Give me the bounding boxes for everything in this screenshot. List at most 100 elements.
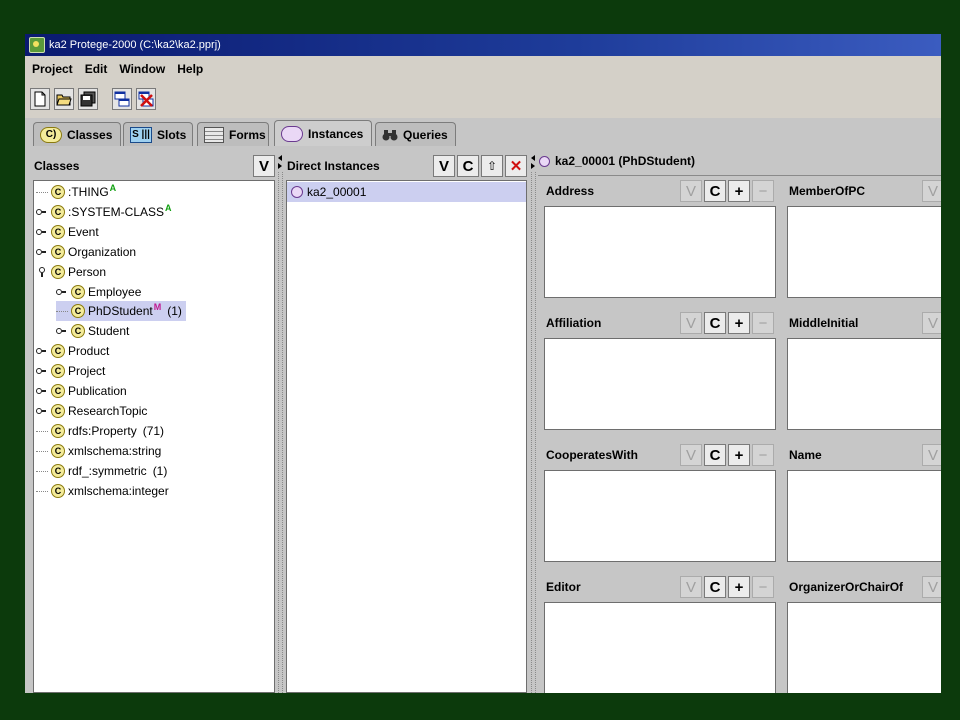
- new-project-button[interactable]: [30, 88, 50, 110]
- tab-classes[interactable]: C) Classes: [33, 122, 121, 146]
- save-project-button[interactable]: [78, 88, 98, 110]
- expand-handle-icon[interactable]: [36, 407, 48, 414]
- menu-help[interactable]: Help: [170, 62, 208, 76]
- expand-handle-icon[interactable]: [56, 288, 68, 295]
- tab-slots[interactable]: S ||| Slots: [123, 122, 193, 146]
- expand-handle-icon[interactable]: [56, 328, 68, 335]
- tree-item[interactable]: Cxmlschema:string: [36, 441, 161, 461]
- slot-value-list[interactable]: [787, 338, 941, 430]
- save-project-icon: [80, 91, 96, 107]
- tree-item[interactable]: Crdf_:symmetric (1): [36, 461, 167, 481]
- tree-item[interactable]: C Product: [36, 341, 109, 361]
- delete-instance-button[interactable]: ✕: [505, 155, 527, 177]
- tree-item-label: xmlschema:string: [68, 443, 162, 458]
- tree-item[interactable]: C ResearchTopic: [36, 401, 147, 421]
- add-value-button[interactable]: +: [728, 312, 750, 334]
- remove-value-button[interactable]: −: [752, 312, 774, 334]
- view-value-button[interactable]: V: [922, 444, 941, 466]
- expand-handle-icon[interactable]: [36, 248, 48, 255]
- tree-item[interactable]: C:SYSTEM-CLASS A: [36, 202, 172, 222]
- remove-value-button[interactable]: −: [752, 576, 774, 598]
- cascade-windows-button[interactable]: [112, 88, 132, 110]
- tab-queries[interactable]: Queries: [375, 122, 456, 146]
- tab-forms-label: Forms: [229, 127, 266, 142]
- create-value-button[interactable]: C: [704, 180, 726, 202]
- tree-item[interactable]: Cxmlschema:integer: [36, 481, 169, 501]
- class-icon: C): [40, 126, 62, 143]
- view-instance-button[interactable]: V: [433, 155, 455, 177]
- view-value-button[interactable]: V: [922, 312, 941, 334]
- expand-handle-icon[interactable]: [36, 388, 48, 394]
- slot-value-list[interactable]: [787, 206, 941, 298]
- slot-icon: S |||: [130, 126, 152, 143]
- list-item[interactable]: ka2_00001: [287, 182, 526, 202]
- menu-window[interactable]: Window: [112, 62, 170, 76]
- view-value-button[interactable]: V: [680, 576, 702, 598]
- expand-handle-icon[interactable]: [36, 348, 48, 355]
- tab-forms[interactable]: Forms: [197, 122, 269, 146]
- tree-item[interactable]: C Organization: [36, 242, 136, 262]
- menu-edit[interactable]: Edit: [78, 62, 113, 76]
- tab-queries-label: Queries: [403, 127, 448, 142]
- tree-item[interactable]: C Person: [36, 262, 106, 282]
- splitter-right[interactable]: [528, 152, 538, 693]
- create-value-button[interactable]: C: [704, 576, 726, 598]
- tree-item[interactable]: C PhDStudent M (1): [56, 301, 186, 322]
- instance-icon: [281, 125, 303, 142]
- class-icon: C: [51, 344, 65, 359]
- view-value-button[interactable]: V: [680, 444, 702, 466]
- add-value-button[interactable]: +: [728, 444, 750, 466]
- expand-handle-icon[interactable]: [36, 368, 48, 375]
- create-instance-button[interactable]: C: [457, 155, 479, 177]
- class-icon: C: [51, 443, 65, 458]
- view-value-button[interactable]: V: [922, 576, 941, 598]
- tree-item-label: Employee: [88, 284, 142, 299]
- tree-item-label: Publication: [68, 384, 127, 398]
- tree-connector: [36, 450, 48, 452]
- add-value-button[interactable]: +: [728, 180, 750, 202]
- view-value-button[interactable]: V: [680, 312, 702, 334]
- tab-instances[interactable]: Instances: [274, 120, 372, 146]
- new-project-icon: [34, 91, 46, 107]
- slot-value-list[interactable]: [544, 470, 776, 562]
- slot-value-list[interactable]: [544, 338, 776, 430]
- expand-handle-icon[interactable]: [36, 208, 48, 215]
- tree-item[interactable]: C Student: [56, 321, 129, 341]
- class-icon: C: [51, 463, 65, 478]
- slot-value-list[interactable]: [787, 602, 941, 693]
- copy-instance-button[interactable]: ⇧: [481, 155, 503, 177]
- tree-item[interactable]: C Publication: [36, 381, 127, 401]
- tree-item-label: :SYSTEM-CLASS: [68, 204, 165, 219]
- splitter-left[interactable]: [275, 152, 285, 693]
- menu-project[interactable]: Project: [25, 62, 78, 76]
- remove-value-button[interactable]: −: [752, 444, 774, 466]
- class-icon: C: [71, 284, 85, 299]
- slot-value-list[interactable]: [787, 470, 941, 562]
- class-icon: C: [71, 304, 85, 319]
- view-value-button[interactable]: V: [922, 180, 941, 202]
- tab-classes-label: Classes: [67, 127, 113, 142]
- class-icon: C: [51, 244, 65, 259]
- add-value-button[interactable]: +: [728, 576, 750, 598]
- collapse-arrows-icon: [531, 155, 535, 169]
- tree-item[interactable]: C Employee: [56, 282, 141, 302]
- collapse-handle-icon[interactable]: [36, 266, 48, 277]
- open-project-icon: [56, 94, 72, 106]
- view-value-button[interactable]: V: [680, 180, 702, 202]
- slot-value-list[interactable]: [544, 602, 776, 693]
- create-value-button[interactable]: C: [704, 312, 726, 334]
- view-class-button[interactable]: V: [253, 155, 275, 177]
- expand-handle-icon[interactable]: [36, 228, 48, 235]
- class-tree: C:THING A C:SYSTEM-CLASS A C Event C Organizati…: [33, 180, 275, 693]
- open-project-button[interactable]: [54, 88, 74, 110]
- slot-value-list[interactable]: [544, 206, 776, 298]
- tree-item[interactable]: C Project: [36, 361, 105, 381]
- close-windows-button[interactable]: [136, 88, 156, 110]
- tree-item[interactable]: Crdfs:Property (71): [36, 421, 164, 441]
- close-windows-icon: [138, 91, 154, 107]
- window-title: ka2 Protege-2000 (C:\ka2\ka2.pprj): [49, 39, 221, 51]
- tree-item[interactable]: C:THING A: [36, 182, 116, 202]
- tree-item[interactable]: C Event: [36, 222, 99, 242]
- create-value-button[interactable]: C: [704, 444, 726, 466]
- remove-value-button[interactable]: −: [752, 180, 774, 202]
